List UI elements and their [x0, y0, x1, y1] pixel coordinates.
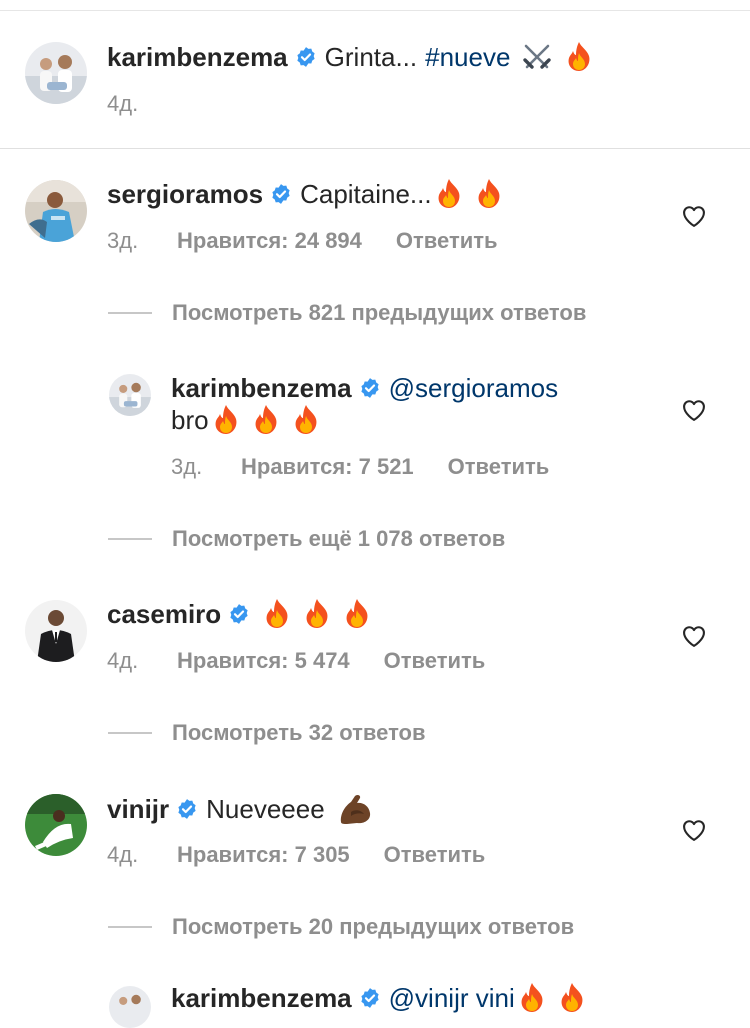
- verified-badge-icon: [295, 46, 317, 68]
- fire-emoji: [474, 178, 504, 210]
- reply-text: bro: [171, 405, 209, 435]
- comment-age: 4д.: [107, 842, 139, 867]
- fire-emoji: [557, 982, 587, 1014]
- caption-age: 4д.: [107, 91, 139, 116]
- view-replies-button[interactable]: Посмотреть 821 предыдущих ответов: [108, 299, 586, 327]
- comment-age: 3д.: [107, 228, 139, 253]
- verified-badge-icon: [176, 798, 198, 820]
- fire-emoji: [302, 598, 332, 630]
- avatar[interactable]: [25, 600, 87, 662]
- caption-text: Grinta...: [324, 42, 418, 72]
- view-more-replies-button[interactable]: Посмотреть ещё 1 078 ответов: [108, 525, 505, 553]
- reply-button[interactable]: Ответить: [396, 227, 498, 255]
- comment-likes[interactable]: Нравится: 5 474: [177, 647, 350, 675]
- comment-line: sergioramos Capitaine...: [107, 178, 514, 210]
- fire-emoji: [434, 178, 464, 210]
- comment-text: Capitaine...: [300, 179, 432, 209]
- comment-likes[interactable]: Нравится: 24 894: [177, 227, 362, 255]
- heart-outline-icon[interactable]: [680, 816, 708, 844]
- divider-dash: [108, 538, 152, 540]
- caption-hashtag[interactable]: #nueve: [425, 41, 510, 73]
- top-divider: [0, 10, 750, 11]
- comment-meta: 4д. Нравится: 5 474 Ответить: [107, 647, 485, 675]
- comment-text: Nueveeee: [206, 794, 325, 824]
- view-replies-button[interactable]: Посмотреть 32 ответов: [108, 719, 426, 747]
- divider-dash: [108, 312, 152, 314]
- fire-emoji: [251, 404, 281, 436]
- comment-line: casemiro: [107, 598, 382, 630]
- comment-meta: 3д. Нравится: 24 894 Ответить: [107, 227, 498, 255]
- caption-meta: 4д.: [107, 90, 138, 118]
- comment-username[interactable]: casemiro: [107, 598, 221, 630]
- reply-username[interactable]: karimbenzema: [171, 982, 352, 1014]
- fire-emoji: [564, 41, 594, 73]
- heart-outline-icon[interactable]: [680, 622, 708, 650]
- caption-divider: [0, 148, 750, 149]
- fire-emoji: [342, 598, 372, 630]
- reply-button[interactable]: Ответить: [384, 841, 486, 869]
- view-replies-label: Посмотреть 32 ответов: [172, 720, 426, 745]
- comment-username[interactable]: sergioramos: [107, 178, 263, 210]
- reply-likes[interactable]: Нравится: 7 521: [241, 453, 414, 481]
- divider-dash: [108, 926, 152, 928]
- fire-emoji: [262, 598, 292, 630]
- avatar[interactable]: [25, 794, 87, 856]
- reply-username[interactable]: karimbenzema: [171, 372, 352, 404]
- fire-emoji: [517, 982, 547, 1014]
- avatar[interactable]: [25, 180, 87, 242]
- avatar[interactable]: [109, 986, 151, 1028]
- verified-badge-icon: [228, 603, 250, 625]
- view-replies-label: Посмотреть 20 предыдущих ответов: [172, 914, 575, 939]
- caption-line: karimbenzema Grinta... #nueve: [107, 41, 604, 73]
- avatar[interactable]: [109, 374, 151, 416]
- comment-age: 4д.: [107, 648, 139, 673]
- divider-dash: [108, 732, 152, 734]
- view-replies-button[interactable]: Посмотреть 20 предыдущих ответов: [108, 913, 574, 941]
- heart-outline-icon[interactable]: [680, 396, 708, 424]
- flexed-biceps-emoji: [337, 792, 373, 826]
- avatar[interactable]: [25, 42, 87, 104]
- reply-button[interactable]: Ответить: [384, 647, 486, 675]
- comment-meta: 4д. Нравится: 7 305 Ответить: [107, 841, 485, 869]
- reply-button[interactable]: Ответить: [448, 453, 550, 481]
- caption-username[interactable]: karimbenzema: [107, 41, 288, 73]
- crossed-swords-emoji: [520, 41, 554, 73]
- fire-emoji: [211, 404, 241, 436]
- heart-outline-icon[interactable]: [680, 202, 708, 230]
- reply-line: karimbenzema @sergioramos: [171, 372, 558, 404]
- fire-emoji: [291, 404, 321, 436]
- reply-age: 3д.: [171, 454, 203, 479]
- reply-line-2: bro: [171, 404, 331, 436]
- verified-badge-icon: [359, 377, 381, 399]
- comment-likes[interactable]: Нравится: 7 305: [177, 841, 350, 869]
- view-replies-label: Посмотреть ещё 1 078 ответов: [172, 526, 506, 551]
- reply-mention[interactable]: @sergioramos: [389, 372, 558, 404]
- comment-line: vinijr Nueveeee: [107, 792, 373, 826]
- comment-username[interactable]: vinijr: [107, 793, 169, 825]
- reply-mention[interactable]: @vinijr vini: [389, 982, 515, 1014]
- reply-meta: 3д. Нравится: 7 521 Ответить: [171, 453, 549, 481]
- verified-badge-icon: [270, 183, 292, 205]
- verified-badge-icon: [359, 987, 381, 1009]
- view-replies-label: Посмотреть 821 предыдущих ответов: [172, 300, 587, 325]
- reply-line: karimbenzema @vinijr vini: [171, 982, 597, 1014]
